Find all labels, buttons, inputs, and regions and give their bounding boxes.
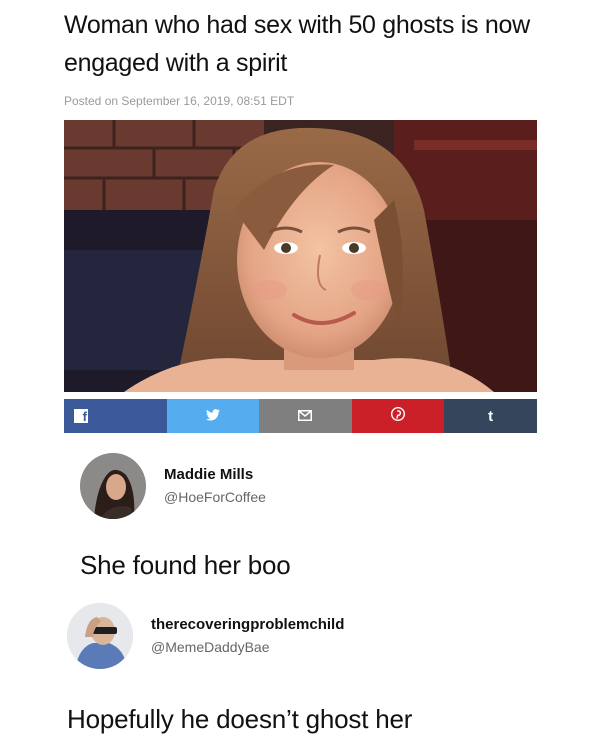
avatar[interactable] — [80, 453, 146, 519]
reply-user: therecoveringproblemchild @MemeDaddyBae — [67, 603, 344, 669]
tumblr-share-button[interactable]: t — [444, 399, 537, 433]
user-name[interactable]: therecoveringproblemchild — [151, 615, 344, 635]
article-photo — [64, 120, 537, 392]
tumblr-icon: t — [488, 407, 494, 425]
email-icon — [298, 408, 313, 425]
pinterest-icon — [391, 406, 406, 425]
user-handle[interactable]: @HoeForCoffee — [164, 487, 266, 507]
reply-text: She found her boo — [80, 550, 291, 580]
facebook-icon: f — [74, 409, 88, 423]
article-headline: Woman who had sex with 50 ghosts is now … — [64, 11, 530, 77]
avatar[interactable] — [67, 603, 133, 669]
share-bar: f t — [64, 399, 537, 433]
facebook-share-button[interactable]: f — [64, 399, 167, 433]
pinterest-share-button[interactable] — [351, 399, 445, 433]
email-share-button[interactable] — [259, 399, 352, 433]
reply-text: Hopefully he doesn’t ghost her — [67, 704, 413, 734]
twitter-share-button[interactable] — [166, 399, 260, 433]
article-posted-date: Posted on September 16, 2019, 08:51 EDT — [64, 94, 295, 108]
user-name[interactable]: Maddie Mills — [164, 465, 266, 485]
user-handle[interactable]: @MemeDaddyBae — [151, 637, 344, 657]
reply-user: Maddie Mills @HoeForCoffee — [80, 453, 266, 519]
twitter-icon — [205, 408, 220, 425]
